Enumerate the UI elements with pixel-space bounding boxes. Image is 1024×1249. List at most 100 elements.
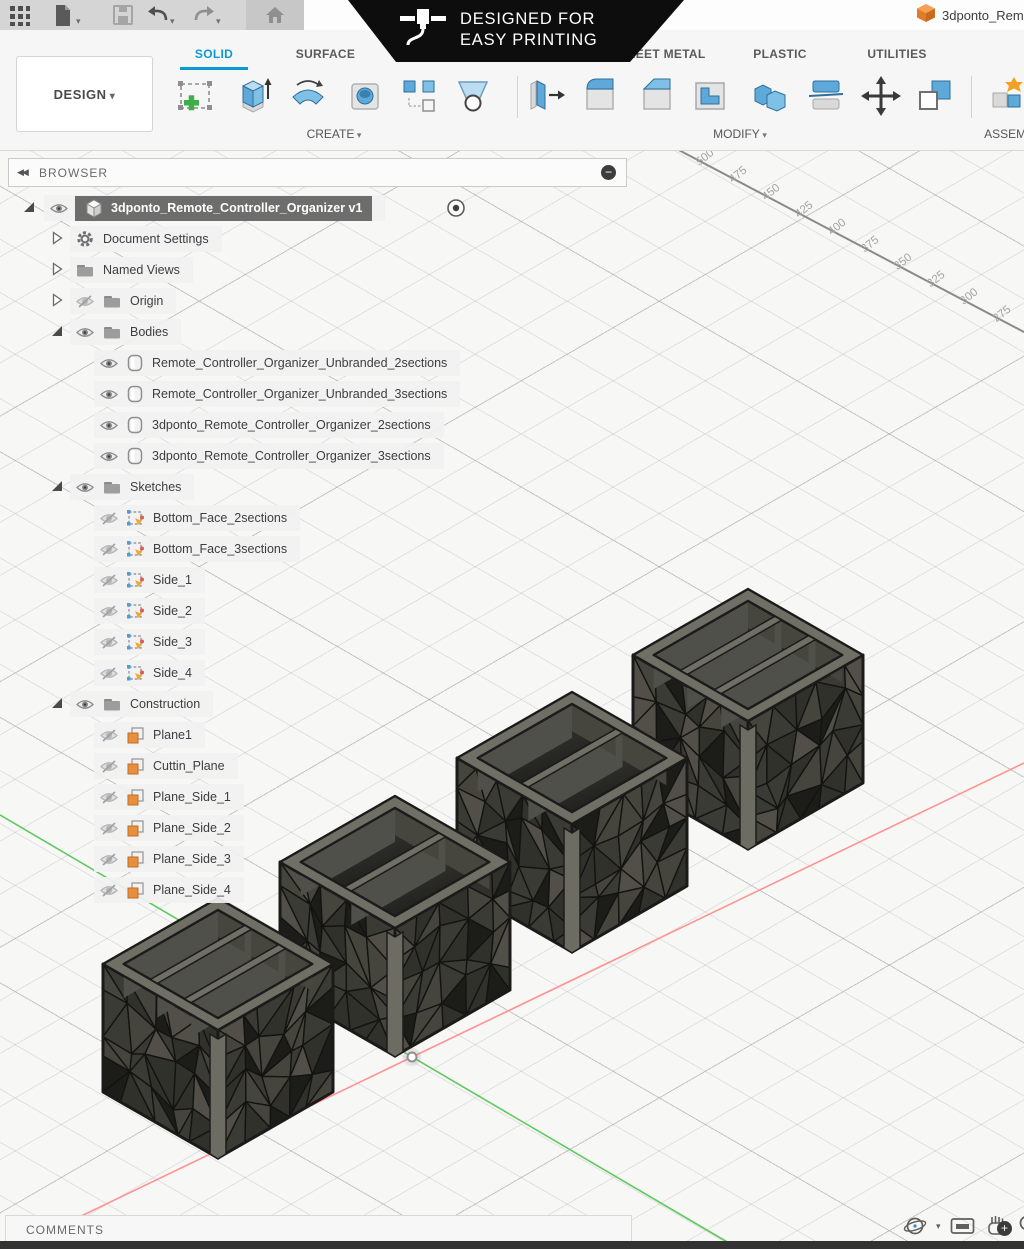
home-tab[interactable] (246, 0, 304, 30)
expand-arrow-icon[interactable] (50, 262, 66, 278)
visibility-on-eye-icon[interactable] (100, 450, 118, 463)
visibility-off-eye-icon[interactable] (100, 760, 118, 773)
create-sketch-tool[interactable] (172, 73, 218, 119)
tab-surface[interactable]: SURFACE (283, 44, 368, 64)
minimize-browser-button[interactable] (601, 165, 616, 180)
visibility-off-eye-icon[interactable] (100, 605, 118, 618)
collapse-arrow-icon[interactable] (50, 696, 66, 712)
visibility-off-eye-icon[interactable] (100, 822, 118, 835)
tree-item-side-2[interactable]: Side_2 (0, 597, 660, 625)
home-icon (265, 6, 285, 24)
chevron-down-icon (354, 127, 361, 141)
new-component-tool[interactable] (985, 73, 1024, 119)
expand-arrow-icon[interactable] (50, 231, 66, 247)
zoom-tool[interactable] (1018, 1214, 1024, 1238)
tree-item-construction[interactable]: Construction (0, 690, 660, 718)
chamfer-tool[interactable] (634, 73, 680, 119)
tree-item-bottom-face-3sections[interactable]: Bottom_Face_3sections (0, 535, 660, 563)
save-button[interactable] (112, 4, 136, 28)
collapse-arrow-icon[interactable] (22, 200, 38, 216)
orbit-dropdown-caret[interactable]: ▾ (936, 1221, 941, 1232)
section-modify[interactable]: MODIFY (690, 127, 790, 143)
visibility-on-eye-icon[interactable] (76, 481, 94, 494)
tab-solid[interactable]: SOLID (180, 44, 248, 64)
fillet-tool[interactable] (577, 73, 623, 119)
visibility-on-eye-icon[interactable] (100, 388, 118, 401)
tree-item-side-4[interactable]: Side_4 (0, 659, 660, 687)
tree-item-cuttin-plane[interactable]: Cuttin_Plane (0, 752, 660, 780)
tree-item-3dponto-remote-controller-organizer-v1[interactable]: 3dponto_Remote_Controller_Organizer v1 (0, 194, 660, 222)
section-assemble[interactable]: ASSEMBLE (965, 127, 1024, 143)
tree-item-side-3[interactable]: Side_3 (0, 628, 660, 656)
undo-dropdown-caret[interactable] (170, 11, 180, 21)
body-icon (127, 416, 143, 434)
loft-tool[interactable] (450, 73, 496, 119)
collapse-panel-icon[interactable] (17, 167, 39, 178)
collapse-arrow-icon[interactable] (50, 324, 66, 340)
visibility-off-eye-icon[interactable] (100, 791, 118, 804)
visibility-on-eye-icon[interactable] (100, 357, 118, 370)
visibility-off-eye-icon[interactable] (100, 636, 118, 649)
visibility-off-eye-icon[interactable] (100, 884, 118, 897)
browser-header[interactable]: BROWSER (8, 158, 627, 187)
visibility-off-eye-icon[interactable] (100, 574, 118, 587)
visibility-off-eye-icon[interactable] (100, 512, 118, 525)
tree-item-document-settings[interactable]: Document Settings (0, 225, 660, 253)
tree-item-remote-controller-organizer-unbranded-2sections[interactable]: Remote_Controller_Organizer_Unbranded_2s… (0, 349, 660, 377)
align-tool[interactable] (912, 73, 958, 119)
visibility-on-eye-icon[interactable] (50, 202, 68, 215)
file-new-button[interactable] (52, 4, 76, 28)
shell-icon (687, 73, 733, 119)
redo-dropdown-caret[interactable] (216, 11, 226, 21)
visibility-on-eye-icon[interactable] (76, 698, 94, 711)
tree-item-3dponto-remote-controller-organizer-3sections[interactable]: 3dponto_Remote_Controller_Organizer_3sec… (0, 442, 660, 470)
eye-off-icon (100, 605, 118, 618)
visibility-off-eye-icon[interactable] (100, 853, 118, 866)
split-body-tool[interactable] (803, 73, 849, 119)
hole-tool[interactable] (342, 73, 388, 119)
visibility-on-eye-icon[interactable] (100, 419, 118, 432)
activate-component-radio[interactable] (446, 198, 466, 218)
visibility-off-eye-icon[interactable] (100, 729, 118, 742)
extrude-tool[interactable] (230, 73, 276, 119)
section-create[interactable]: CREATE (284, 127, 384, 143)
tree-item-plane-side-3[interactable]: Plane_Side_3 (0, 845, 660, 873)
tree-item-remote-controller-organizer-unbranded-3sections[interactable]: Remote_Controller_Organizer_Unbranded_3s… (0, 380, 660, 408)
rectangular-pattern-tool[interactable] (396, 73, 442, 119)
orbit-tool[interactable] (903, 1214, 927, 1238)
tree-item-bodies[interactable]: Bodies (0, 318, 660, 346)
add-comment-button[interactable] (997, 1221, 1012, 1236)
workspace-selector-button[interactable]: DESIGN (16, 56, 153, 132)
tree-item-plane1[interactable]: Plane1 (0, 721, 660, 749)
visibility-off-eye-icon[interactable] (100, 667, 118, 680)
redo-button[interactable] (192, 4, 216, 28)
combine-tool[interactable] (747, 73, 793, 119)
tree-item-plane-side-1[interactable]: Plane_Side_1 (0, 783, 660, 811)
undo-button[interactable] (146, 4, 170, 28)
collapse-arrow-icon[interactable] (50, 479, 66, 495)
tree-item-origin[interactable]: Origin (0, 287, 660, 315)
shell-tool[interactable] (687, 73, 733, 119)
tree-item-3dponto-remote-controller-organizer-2sections[interactable]: 3dponto_Remote_Controller_Organizer_2sec… (0, 411, 660, 439)
look-at-tool[interactable] (950, 1215, 976, 1237)
tab-plastic[interactable]: PLASTIC (745, 44, 815, 64)
tree-item-bottom-face-2sections[interactable]: Bottom_Face_2sections (0, 504, 660, 532)
tree-item-sketches[interactable]: Sketches (0, 473, 660, 501)
tree-item-named-views[interactable]: Named Views (0, 256, 660, 284)
tree-item-plane-side-4[interactable]: Plane_Side_4 (0, 876, 660, 904)
tree-item-side-1[interactable]: Side_1 (0, 566, 660, 594)
revolve-tool[interactable] (285, 73, 331, 119)
tree-item-label: Side_4 (153, 666, 192, 680)
eye-icon (100, 419, 118, 432)
press-pull-tool[interactable] (522, 73, 568, 119)
expand-arrow-icon[interactable] (50, 293, 66, 309)
file-new-dropdown-caret[interactable] (76, 11, 86, 21)
tab-utilities[interactable]: UTILITIES (858, 44, 936, 64)
move-tool[interactable] (858, 73, 904, 119)
app-grid-button[interactable] (8, 4, 32, 28)
visibility-off-eye-icon[interactable] (76, 295, 94, 308)
visibility-off-eye-icon[interactable] (100, 543, 118, 556)
document-tab[interactable]: 3dponto_Remo (916, 0, 1024, 30)
visibility-on-eye-icon[interactable] (76, 326, 94, 339)
tree-item-plane-side-2[interactable]: Plane_Side_2 (0, 814, 660, 842)
